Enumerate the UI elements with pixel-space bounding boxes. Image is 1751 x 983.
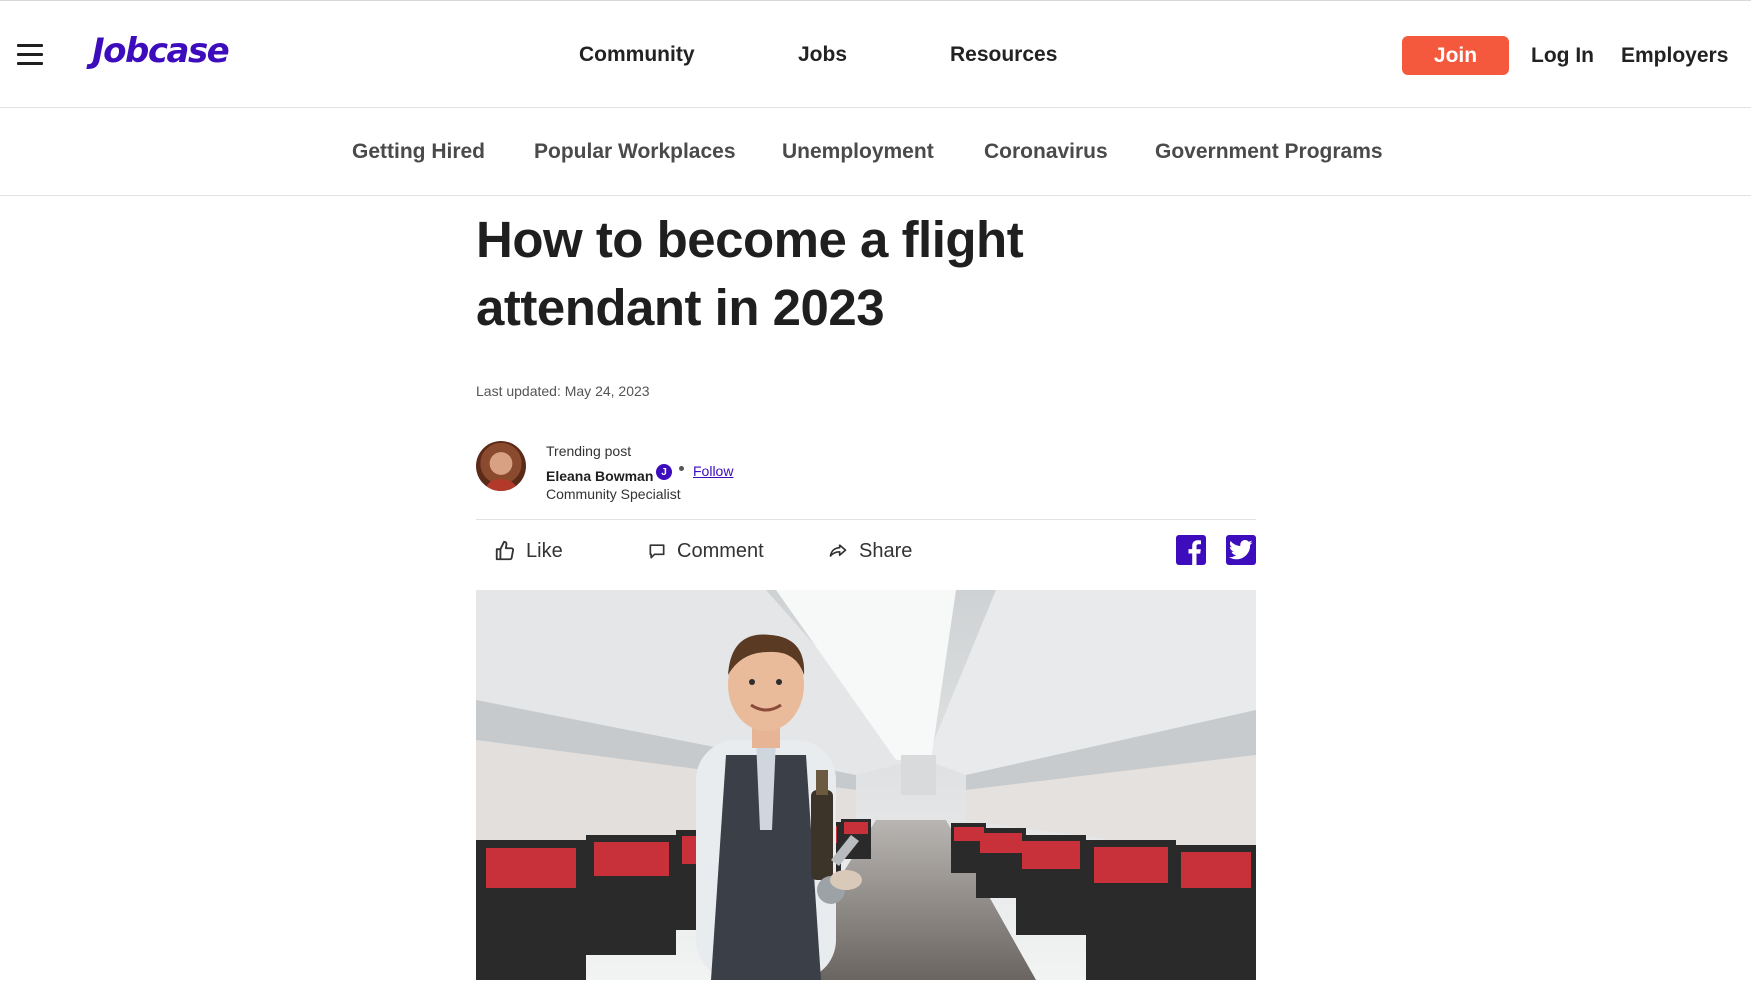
verified-badge-icon: J bbox=[656, 464, 672, 480]
login-link[interactable]: Log In bbox=[1531, 44, 1594, 68]
topic-getting-hired[interactable]: Getting Hired bbox=[352, 140, 485, 164]
facebook-icon bbox=[1188, 540, 1201, 565]
share-button[interactable]: Share bbox=[827, 537, 912, 565]
twitter-icon bbox=[1229, 540, 1253, 560]
join-button[interactable]: Join bbox=[1402, 36, 1509, 75]
jobcase-logo[interactable]: Jobcase bbox=[92, 31, 230, 71]
topic-nav: Getting Hired Popular Workplaces Unemplo… bbox=[0, 108, 1751, 196]
last-updated: Last updated: May 24, 2023 bbox=[476, 383, 650, 399]
like-button[interactable]: Like bbox=[494, 537, 563, 565]
top-header: Jobcase Community Jobs Resources Join Lo… bbox=[0, 0, 1751, 108]
topic-unemployment[interactable]: Unemployment bbox=[782, 140, 934, 164]
topic-coronavirus[interactable]: Coronavirus bbox=[984, 140, 1108, 164]
comment-icon bbox=[649, 544, 665, 559]
divider bbox=[476, 519, 1256, 520]
hero-image bbox=[476, 590, 1256, 980]
article-title: How to become a flight attendant in 2023 bbox=[476, 211, 1024, 336]
comment-button[interactable]: Comment bbox=[647, 537, 764, 565]
twitter-share-button[interactable] bbox=[1226, 535, 1256, 565]
author-avatar[interactable] bbox=[476, 441, 526, 491]
like-label: Like bbox=[526, 539, 563, 562]
facebook-share-button[interactable] bbox=[1176, 535, 1206, 565]
separator-dot bbox=[679, 466, 684, 471]
share-icon bbox=[829, 544, 847, 557]
menu-icon[interactable] bbox=[17, 44, 43, 66]
trending-label: Trending post bbox=[546, 443, 632, 459]
thumbs-up-icon bbox=[495, 540, 515, 561]
airplane-cabin-illustration bbox=[476, 590, 1256, 980]
nav-jobs[interactable]: Jobs bbox=[798, 43, 847, 67]
topic-popular-workplaces[interactable]: Popular Workplaces bbox=[534, 140, 736, 164]
nav-resources[interactable]: Resources bbox=[950, 43, 1057, 67]
author-role: Community Specialist bbox=[546, 486, 681, 502]
nav-community[interactable]: Community bbox=[579, 43, 695, 67]
author-name[interactable]: Eleana Bowman bbox=[546, 468, 653, 484]
employers-link[interactable]: Employers bbox=[1621, 44, 1728, 68]
follow-link[interactable]: Follow bbox=[693, 463, 733, 479]
share-label: Share bbox=[859, 539, 913, 562]
topic-government-programs[interactable]: Government Programs bbox=[1155, 140, 1383, 164]
comment-label: Comment bbox=[677, 539, 764, 562]
